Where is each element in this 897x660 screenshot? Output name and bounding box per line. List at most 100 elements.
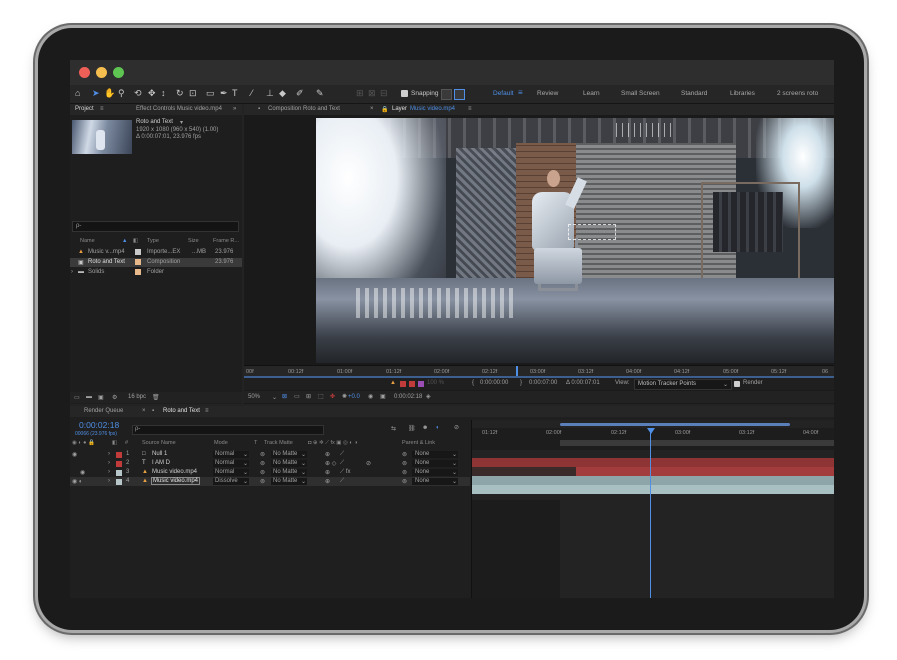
project-item-row[interactable]: ▣ Roto and Text Composition 23.976 xyxy=(70,258,242,267)
project-menu-icon[interactable]: ≡ xyxy=(100,106,104,112)
layer-row[interactable]: ◉ › 3 ▲ Music video.mp4 Normal ⌄ ⊚ No Mat… xyxy=(70,468,470,477)
grid-toggle-icon[interactable]: ⊞ xyxy=(306,393,311,400)
layer-mode-dropdown[interactable]: Dissolve ⌄ xyxy=(213,478,249,485)
dolly-camera-icon[interactable]: ↕ xyxy=(161,88,166,99)
mask-visibility-icon[interactable]: ⬚ xyxy=(318,393,324,400)
workspace-default[interactable]: Default xyxy=(493,90,514,97)
selection-tool-icon[interactable]: ➤ xyxy=(92,88,100,99)
preserve-transparency-icon[interactable]: ⊚ xyxy=(260,451,265,458)
shy-switch-icon[interactable]: ⊕ xyxy=(325,451,330,458)
shy-layers-icon[interactable]: ☻ xyxy=(422,425,428,431)
layer-label-color[interactable] xyxy=(116,479,122,485)
close-window-button[interactable] xyxy=(79,67,90,78)
project-item-label[interactable] xyxy=(135,259,141,265)
visibility-eye-icon[interactable]: ◉ xyxy=(80,469,85,476)
eraser-tool-icon[interactable]: ◆ xyxy=(279,88,286,99)
parent-dropdown[interactable]: None ⌄ xyxy=(412,460,458,467)
tab-comp-roto-and-text[interactable]: Roto and Text xyxy=(163,408,200,414)
layer-row[interactable]: ◉ › 1 □ Null 1 Normal ⌄ ⊚ No Matte ⌄ ⊕ ⟋ ⊚… xyxy=(70,450,470,459)
quality-switch-icon[interactable]: ⟋ xyxy=(340,451,344,458)
visibility-eye-icon[interactable]: ◉ xyxy=(72,451,77,458)
column-parent-link[interactable]: Parent & Link xyxy=(402,440,435,446)
set-out-point-icon[interactable]: } xyxy=(520,380,522,386)
minimize-window-button[interactable] xyxy=(96,67,107,78)
lock-icon[interactable]: 🔒 xyxy=(381,106,388,113)
workspace-2-screens-roto[interactable]: 2 screens roto xyxy=(777,90,818,97)
shy-switch-icon[interactable]: ⊕ ◇ xyxy=(325,460,336,467)
clone-stamp-icon[interactable]: ⊥ xyxy=(266,88,274,99)
motion-tracker-points[interactable] xyxy=(568,224,616,240)
new-composition-icon[interactable]: ▣ xyxy=(98,394,104,401)
tab-layer-name[interactable]: Music video.mp4 xyxy=(410,106,455,112)
tab-effect-controls[interactable]: Effect Controls Music video.mp4 xyxy=(136,106,222,112)
exposure-value[interactable]: +0.0 xyxy=(348,394,360,400)
red-channel-icon[interactable] xyxy=(409,381,415,387)
layer-row[interactable]: ◉ ◐ › 4 ▲ Music video.mp4 Dissolve ⌄ ⊚ No… xyxy=(70,477,470,486)
roto-brush-icon[interactable]: ✐ xyxy=(296,88,304,99)
snapshot-icon[interactable]: ◉ xyxy=(368,393,373,400)
time-in[interactable]: 0:00:00:00 xyxy=(480,380,508,386)
zoom-tool-icon[interactable]: ⚲ xyxy=(118,88,125,99)
project-item-label[interactable] xyxy=(135,249,141,255)
preserve-transparency-icon[interactable]: ⊚ xyxy=(260,460,265,467)
draft-3d-icon[interactable]: ⛓ xyxy=(408,425,416,432)
parent-dropdown[interactable]: None ⌄ xyxy=(412,478,458,485)
brush-tool-icon[interactable]: ⁄ xyxy=(251,88,253,99)
preserve-transparency-icon[interactable]: ⊚ xyxy=(260,469,265,476)
expand-arrow-icon[interactable]: › xyxy=(108,451,110,457)
view-dropdown[interactable]: Motion Tracker Points ⌄ xyxy=(634,379,732,390)
render-checkbox[interactable] xyxy=(734,381,740,387)
workspace-standard[interactable]: Standard xyxy=(681,90,707,97)
new-folder-icon[interactable]: ▬ xyxy=(86,394,92,400)
column-type[interactable]: Type xyxy=(147,238,159,244)
time-out[interactable]: 0:00:07:00 xyxy=(529,380,557,386)
shy-switch-icon[interactable]: ⊕ xyxy=(325,469,330,476)
chevron-down-icon[interactable]: ⌄ xyxy=(272,394,277,401)
timeline-navigator[interactable] xyxy=(560,423,790,426)
color-picker-icon[interactable]: ✤ xyxy=(330,393,335,400)
parent-pick-whip-icon[interactable]: ⊚ xyxy=(402,451,407,458)
workspace-learn[interactable]: Learn xyxy=(583,90,600,97)
workspace-review[interactable]: Review xyxy=(537,90,558,97)
project-item-row[interactable]: › ▬ Solids Folder xyxy=(70,268,242,277)
motion-blur-icon[interactable]: ◐ xyxy=(436,425,440,431)
snap-features-icon[interactable] xyxy=(454,89,465,100)
quality-switch-icon[interactable]: ⟋ xyxy=(340,478,344,485)
shy-switch-icon[interactable]: ⊕ xyxy=(325,478,330,485)
column-track-matte[interactable]: Track Matte xyxy=(264,440,293,446)
layer-bar-music-video-4[interactable] xyxy=(472,485,834,494)
layer-mode-dropdown[interactable]: Normal ⌄ xyxy=(213,460,249,467)
timeline-search-field[interactable]: ρ- xyxy=(132,425,324,435)
quality-switch-icon[interactable]: ⟋ fx xyxy=(340,469,351,476)
layer-row[interactable]: › 2 T I AM D Normal ⌄ ⊚ No Matte ⌄ ⊕ ◇ ⟋ ⊘… xyxy=(70,459,470,468)
delete-icon[interactable]: 🗑 xyxy=(152,394,160,401)
rectangle-tool-icon[interactable]: ▭ xyxy=(206,88,215,99)
rotate-tool-icon[interactable]: ↻ xyxy=(176,88,184,99)
layer-name[interactable]: Null 1 xyxy=(152,451,167,457)
layer-name[interactable]: Music video.mp4 xyxy=(151,477,201,485)
track-matte-dropdown[interactable]: No Matte ⌄ xyxy=(271,460,307,467)
layer-label-color[interactable] xyxy=(116,470,122,476)
parent-dropdown[interactable]: None ⌄ xyxy=(412,451,458,458)
snapping-checkbox[interactable] xyxy=(401,90,408,97)
more-panels-icon[interactable]: » xyxy=(233,106,236,112)
project-item-row[interactable]: ▲ Music v...mp4 Importe...EX ...MB 23.97… xyxy=(70,248,242,257)
puppet-pin-icon[interactable]: ✎ xyxy=(316,88,324,99)
expand-arrow-icon[interactable]: › xyxy=(108,460,110,466)
timeline-track-area[interactable]: 01:12f 02:00f 02:12f 03:00f 03:12f 04:00… xyxy=(471,420,834,598)
axis-world-icon[interactable]: ⊠ xyxy=(368,88,376,99)
layer-bar-music-video-3[interactable] xyxy=(472,476,834,485)
type-tool-icon[interactable]: T xyxy=(232,88,238,99)
current-timecode[interactable]: 0:00:02:18 xyxy=(79,420,119,430)
close-tab-icon[interactable]: × xyxy=(142,408,146,414)
viewer-menu-icon[interactable]: ≡ xyxy=(468,106,472,112)
parent-pick-whip-icon[interactable]: ⊚ xyxy=(402,460,407,467)
tab-composition[interactable]: Composition Roto and Text xyxy=(268,106,340,112)
layer-bar-i-am-d[interactable] xyxy=(472,467,834,476)
tab-render-queue[interactable]: Render Queue xyxy=(84,408,123,414)
layer-label-color[interactable] xyxy=(116,461,122,467)
motion-blur-switch-icon[interactable]: ⊘ xyxy=(366,460,371,467)
graph-editor-icon[interactable]: ⊘ xyxy=(454,424,459,431)
video-frame[interactable] xyxy=(316,118,834,363)
alpha-channel-icon[interactable] xyxy=(400,381,406,387)
